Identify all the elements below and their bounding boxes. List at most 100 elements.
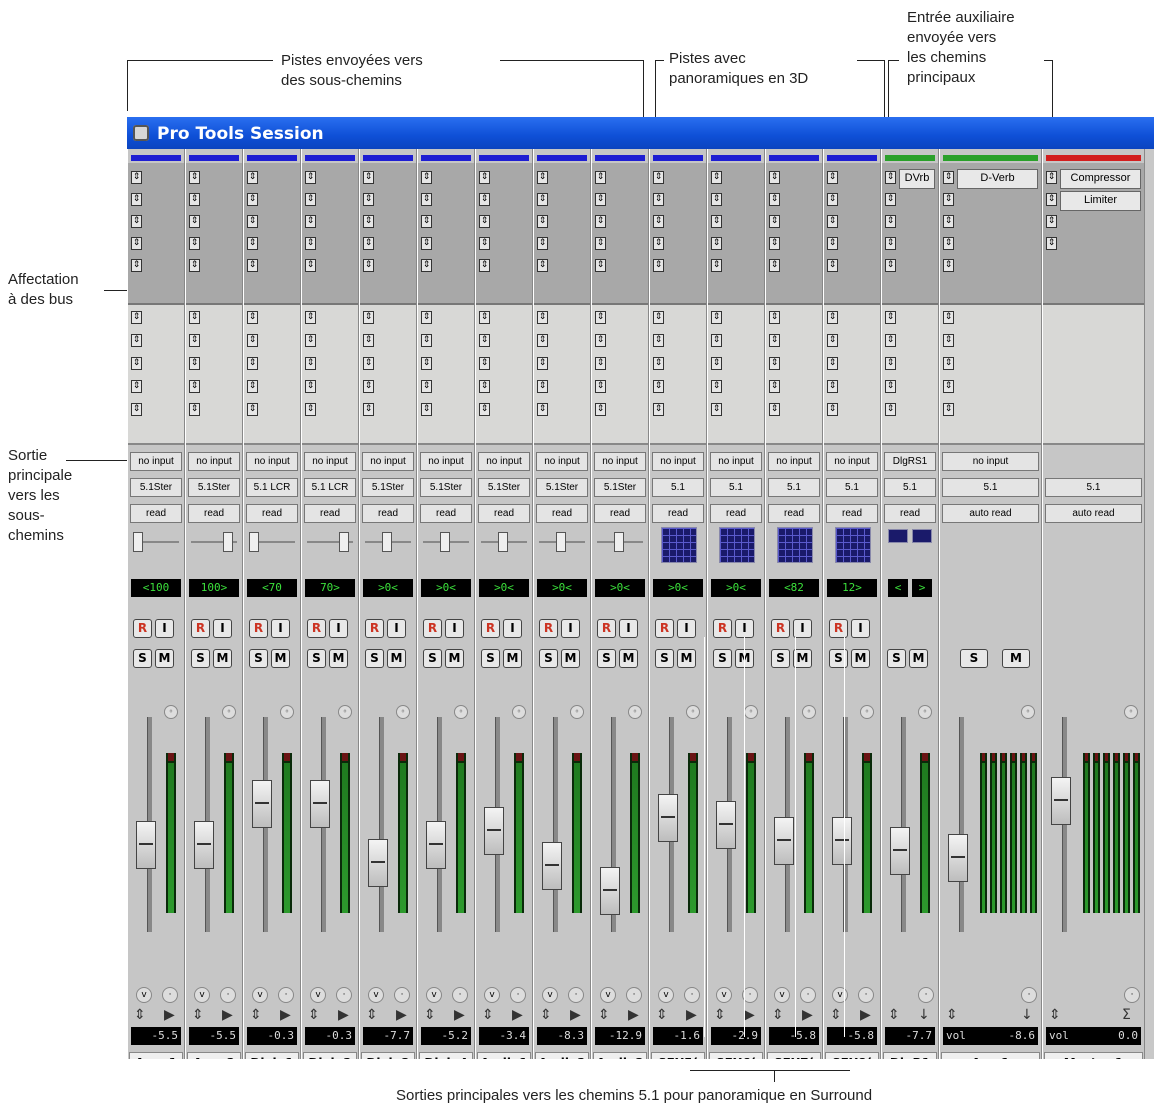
insert-selector-icon[interactable]: ⇕: [305, 171, 316, 184]
fader-icon[interactable]: [948, 833, 968, 882]
knob-icon[interactable]: ·: [918, 987, 934, 1003]
insert-selector-icon[interactable]: ⇕: [537, 237, 548, 250]
send-selector-icon[interactable]: ⇕: [769, 311, 780, 324]
play-icon[interactable]: ▶: [338, 1007, 349, 1023]
insert-selector-icon[interactable]: ⇕: [479, 193, 490, 206]
mute-button[interactable]: M: [271, 649, 290, 668]
send-selector-icon[interactable]: ⇕: [363, 334, 374, 347]
track-name[interactable]: Audio1: [477, 1052, 531, 1059]
knob-icon[interactable]: ◦: [164, 705, 178, 719]
input-selector[interactable]: no input: [420, 452, 472, 471]
automation-mode[interactable]: read: [884, 504, 936, 523]
mute-button[interactable]: M: [213, 649, 232, 668]
send-selector-icon[interactable]: ⇕: [943, 380, 954, 393]
track-name[interactable]: Dialg3: [361, 1052, 415, 1059]
insert-selector-icon[interactable]: ⇕: [363, 237, 374, 250]
send-selector-icon[interactable]: ⇕: [421, 380, 432, 393]
pan-slider-icon[interactable]: [481, 529, 527, 555]
voice-selector[interactable]: v: [832, 987, 848, 1003]
solo-button[interactable]: S: [771, 649, 790, 668]
output-selector[interactable]: 5.1Ster: [130, 478, 182, 497]
mute-button[interactable]: M: [1002, 649, 1030, 668]
input-monitor-button[interactable]: I: [445, 619, 464, 638]
send-selector-icon[interactable]: ⇕: [711, 380, 722, 393]
knob-icon[interactable]: ◦: [918, 705, 932, 719]
volume-arrow-icon[interactable]: ⇕: [134, 1007, 146, 1023]
volume-arrow-icon[interactable]: ⇕: [482, 1007, 494, 1023]
play-icon[interactable]: ▶: [222, 1007, 233, 1023]
fader-icon[interactable]: [252, 780, 272, 829]
insert-selector-icon[interactable]: ⇕: [1046, 193, 1057, 206]
send-selector-icon[interactable]: ⇕: [769, 403, 780, 416]
send-selector-icon[interactable]: ⇕: [247, 311, 258, 324]
insert-selector-icon[interactable]: ⇕: [363, 193, 374, 206]
send-selector-icon[interactable]: ⇕: [305, 311, 316, 324]
fader-icon[interactable]: [542, 842, 562, 891]
send-selector-icon[interactable]: ⇕: [421, 334, 432, 347]
knob-icon[interactable]: ◦: [570, 705, 584, 719]
automation-mode[interactable]: read: [362, 504, 414, 523]
insert-selector-icon[interactable]: ⇕: [421, 215, 432, 228]
send-selector-icon[interactable]: ⇕: [131, 380, 142, 393]
solo-button[interactable]: S: [133, 649, 152, 668]
automation-mode[interactable]: read: [188, 504, 240, 523]
output-selector[interactable]: 5.1: [826, 478, 878, 497]
volume-arrow-icon[interactable]: ⇕: [772, 1007, 784, 1023]
insert-selector-icon[interactable]: ⇕: [537, 259, 548, 272]
pan-slider-icon[interactable]: [307, 529, 353, 555]
send-selector-icon[interactable]: ⇕: [305, 334, 316, 347]
insert-selector-icon[interactable]: ⇕: [189, 193, 200, 206]
knob-icon[interactable]: ◦: [628, 705, 642, 719]
insert-selector-icon[interactable]: ⇕: [769, 259, 780, 272]
output-selector[interactable]: 5.1: [884, 478, 936, 497]
insert-selector-icon[interactable]: ⇕: [479, 171, 490, 184]
knob-icon[interactable]: ·: [452, 987, 468, 1003]
send-selector-icon[interactable]: ⇕: [827, 311, 838, 324]
send-selector-icon[interactable]: ⇕: [363, 357, 374, 370]
send-selector-icon[interactable]: ⇕: [189, 403, 200, 416]
fader-icon[interactable]: [774, 817, 794, 866]
insert-selector-icon[interactable]: ⇕: [595, 215, 606, 228]
send-selector-icon[interactable]: ⇕: [189, 334, 200, 347]
knob-icon[interactable]: ·: [626, 987, 642, 1003]
pan-slider-icon[interactable]: [191, 529, 237, 555]
play-icon[interactable]: ▶: [164, 1007, 175, 1023]
send-selector-icon[interactable]: ⇕: [769, 357, 780, 370]
insert-selector-icon[interactable]: ⇕: [711, 259, 722, 272]
fader-icon[interactable]: [426, 820, 446, 869]
input-selector[interactable]: no input: [710, 452, 762, 471]
knob-icon[interactable]: ◦: [686, 705, 700, 719]
solo-button[interactable]: S: [307, 649, 326, 668]
volume-arrow-icon[interactable]: ⇕: [250, 1007, 262, 1023]
send-selector-icon[interactable]: ⇕: [189, 311, 200, 324]
insert-selector-icon[interactable]: ⇕: [653, 171, 664, 184]
output-selector[interactable]: 5.1Ster: [188, 478, 240, 497]
send-selector-icon[interactable]: ⇕: [653, 311, 664, 324]
solo-button[interactable]: S: [597, 649, 616, 668]
insert-selector-icon[interactable]: ⇕: [943, 237, 954, 250]
insert-selector-icon[interactable]: ⇕: [653, 193, 664, 206]
volume-arrow-icon[interactable]: ⇕: [946, 1007, 958, 1023]
automation-mode[interactable]: read: [768, 504, 820, 523]
voice-selector[interactable]: v: [368, 987, 384, 1003]
insert-selector-icon[interactable]: ⇕: [363, 171, 374, 184]
send-selector-icon[interactable]: ⇕: [943, 334, 954, 347]
send-selector-icon[interactable]: ⇕: [943, 357, 954, 370]
send-selector-icon[interactable]: ⇕: [189, 357, 200, 370]
output-selector[interactable]: 5.1Ster: [536, 478, 588, 497]
output-selector[interactable]: 5.1: [942, 478, 1039, 497]
record-enable-button[interactable]: R: [771, 619, 790, 638]
insert-selector-icon[interactable]: ⇕: [885, 171, 896, 184]
insert-selector-icon[interactable]: ⇕: [479, 259, 490, 272]
insert-selector-icon[interactable]: ⇕: [595, 237, 606, 250]
record-enable-button[interactable]: R: [597, 619, 616, 638]
send-selector-icon[interactable]: ⇕: [827, 334, 838, 347]
knob-icon[interactable]: ◦: [454, 705, 468, 719]
insert-selector-icon[interactable]: ⇕: [305, 259, 316, 272]
send-selector-icon[interactable]: ⇕: [363, 403, 374, 416]
knob-icon[interactable]: ·: [220, 987, 236, 1003]
knob-icon[interactable]: ·: [858, 987, 874, 1003]
fader-icon[interactable]: [484, 807, 504, 856]
send-selector-icon[interactable]: ⇕: [305, 357, 316, 370]
volume-arrow-icon[interactable]: ⇕: [598, 1007, 610, 1023]
